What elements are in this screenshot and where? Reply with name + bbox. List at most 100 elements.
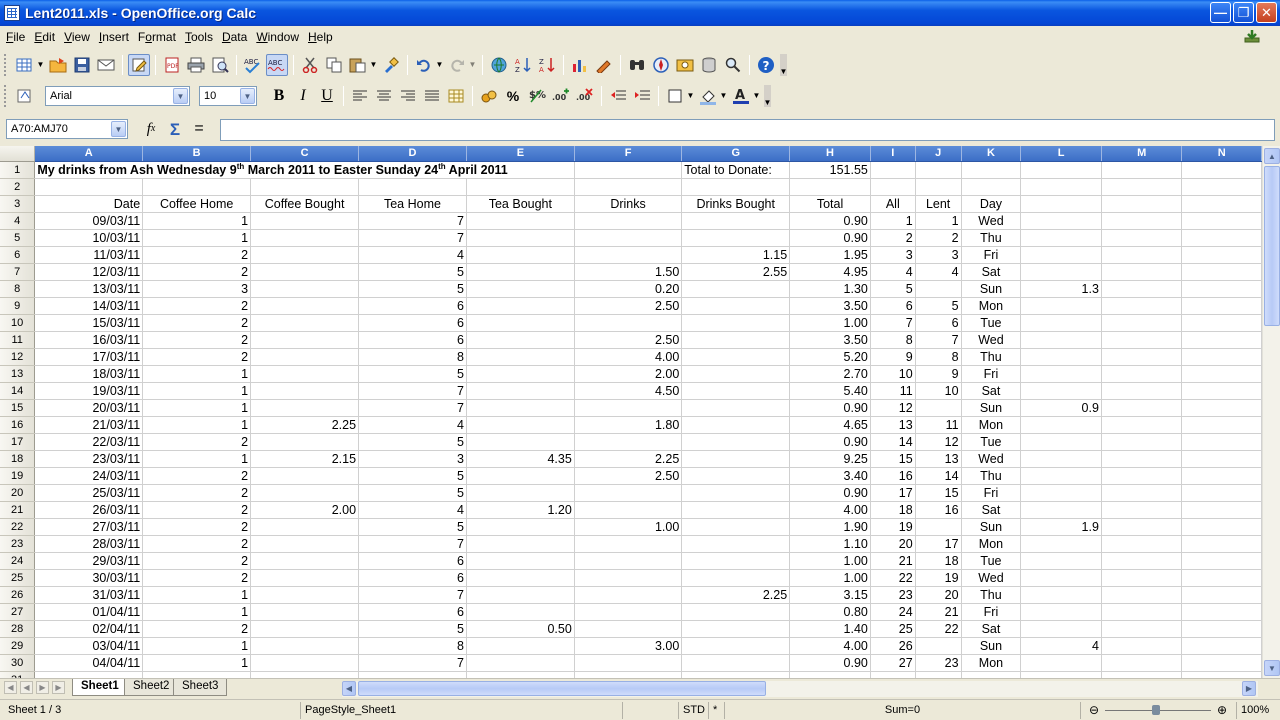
vertical-scrollbar[interactable]: ▲ ▼ [1262, 146, 1280, 678]
cell[interactable]: 11 [915, 416, 962, 434]
toolbar-grip[interactable] [4, 85, 7, 107]
cell[interactable] [466, 535, 575, 553]
cell[interactable] [1101, 518, 1183, 536]
column-header-m[interactable]: M [1101, 146, 1183, 162]
cell[interactable]: Wed [961, 569, 1022, 587]
cell[interactable]: 03/04/11 [34, 637, 144, 655]
zoom-in-icon[interactable]: ⊕ [1217, 702, 1227, 718]
cell[interactable]: 2 [142, 569, 252, 587]
cell[interactable] [1020, 569, 1102, 587]
cell[interactable] [681, 654, 791, 672]
cell[interactable]: 9 [870, 348, 916, 366]
cell[interactable]: 16 [870, 467, 916, 485]
cell[interactable] [466, 637, 575, 655]
cell[interactable]: 6 [870, 297, 916, 315]
cell[interactable] [574, 671, 683, 678]
cell[interactable] [1101, 484, 1183, 502]
cell[interactable]: 1.20 [466, 501, 575, 519]
cell[interactable]: 17/03/11 [34, 348, 144, 366]
column-label-cell[interactable]: Date [34, 195, 144, 213]
cell[interactable]: 27/03/11 [34, 518, 144, 536]
column-label-cell[interactable]: Total [789, 195, 871, 213]
sheet-tab-1[interactable]: Sheet1 [72, 679, 128, 696]
cell[interactable]: 21 [870, 552, 916, 570]
toolbar-overflow-icon[interactable]: ▼ [764, 85, 771, 107]
cell[interactable]: Sun [961, 637, 1022, 655]
cell[interactable]: 15 [870, 450, 916, 468]
cell[interactable]: 13 [870, 416, 916, 434]
cell[interactable] [250, 314, 360, 332]
cell[interactable] [1020, 586, 1102, 604]
cell[interactable]: 1 [142, 654, 252, 672]
cell[interactable]: 28/03/11 [34, 535, 144, 553]
cell[interactable] [574, 161, 683, 179]
cell[interactable] [1181, 501, 1262, 519]
cell[interactable] [1101, 263, 1183, 281]
cell[interactable] [681, 348, 791, 366]
cell[interactable] [466, 671, 575, 678]
cell[interactable] [1020, 246, 1102, 264]
cell[interactable]: Sun [961, 399, 1022, 417]
cell[interactable]: 2.15 [250, 450, 360, 468]
cell[interactable] [1181, 416, 1262, 434]
cell[interactable] [466, 178, 575, 196]
cell[interactable]: Sun [961, 518, 1022, 536]
cell[interactable]: 20/03/11 [34, 399, 144, 417]
column-label-cell[interactable]: All [870, 195, 916, 213]
cell[interactable] [466, 212, 575, 230]
cell[interactable] [466, 280, 575, 298]
cell[interactable]: 4 [870, 263, 916, 281]
cell[interactable]: 18 [915, 552, 962, 570]
cell[interactable]: 1 [870, 212, 916, 230]
cell[interactable] [681, 433, 791, 451]
cell[interactable]: Wed [961, 331, 1022, 349]
cell[interactable]: 0.90 [789, 229, 871, 247]
total-value-cell[interactable]: 151.55 [789, 161, 871, 179]
cell[interactable]: Wed [961, 212, 1022, 230]
cell[interactable]: 2.25 [250, 416, 360, 434]
row-header[interactable]: 9 [0, 297, 36, 315]
cell[interactable] [1181, 586, 1262, 604]
cell[interactable]: 12/03/11 [34, 263, 144, 281]
cell[interactable] [574, 314, 683, 332]
menu-item-tools[interactable]: Tools [181, 30, 217, 44]
column-label-cell[interactable]: Drinks [574, 195, 683, 213]
cell[interactable] [915, 161, 962, 179]
cell[interactable]: 1 [142, 229, 252, 247]
cell[interactable]: 0.20 [574, 280, 683, 298]
cell[interactable] [1181, 671, 1262, 678]
zoom-percent[interactable]: 100% [1236, 702, 1280, 719]
cell[interactable] [250, 365, 360, 383]
borders-dropdown-icon[interactable]: ▼ [686, 85, 695, 107]
cell[interactable]: 14 [915, 467, 962, 485]
cell[interactable]: 3.50 [789, 331, 871, 349]
cell[interactable] [142, 178, 252, 196]
cell[interactable] [681, 620, 791, 638]
increase-indent-icon[interactable] [631, 85, 653, 107]
column-label-cell[interactable]: Lent [915, 195, 962, 213]
cell[interactable]: 1.10 [789, 535, 871, 553]
paste-icon[interactable] [347, 54, 369, 76]
cell[interactable] [681, 552, 791, 570]
cell[interactable] [574, 535, 683, 553]
menu-item-insert[interactable]: Insert [95, 30, 133, 44]
cell[interactable] [870, 671, 916, 678]
cell[interactable] [250, 603, 360, 621]
update-available-icon[interactable] [1244, 29, 1260, 43]
name-box[interactable]: A70:AMJ70 ▼ [6, 119, 128, 139]
cell[interactable] [1181, 229, 1262, 247]
scroll-down-icon[interactable]: ▼ [1264, 660, 1280, 676]
cell[interactable]: 8 [870, 331, 916, 349]
menu-item-format[interactable]: Format [134, 30, 180, 44]
cell[interactable] [1020, 229, 1102, 247]
cell[interactable]: 7 [358, 229, 467, 247]
cell[interactable]: 3.50 [789, 297, 871, 315]
cell[interactable] [466, 433, 575, 451]
cell[interactable] [1020, 365, 1102, 383]
cell[interactable]: Thu [961, 229, 1022, 247]
cell[interactable]: 10/03/11 [34, 229, 144, 247]
cell[interactable] [1020, 450, 1102, 468]
row-header[interactable]: 10 [0, 314, 36, 332]
cell[interactable]: 5 [358, 263, 467, 281]
row-header[interactable]: 19 [0, 467, 36, 485]
